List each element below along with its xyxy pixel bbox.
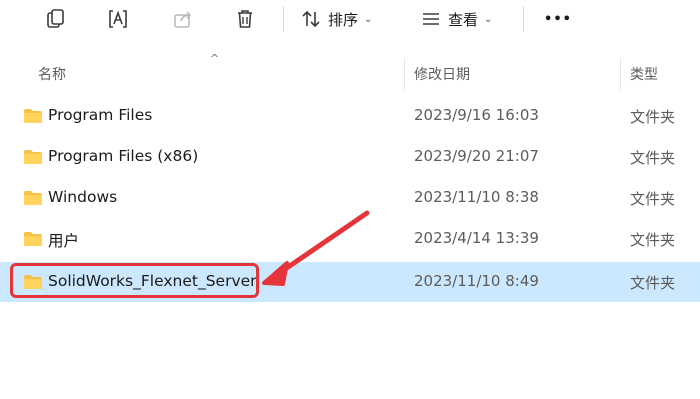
delete-button[interactable]	[230, 4, 260, 34]
column-divider[interactable]	[404, 58, 405, 90]
folder-icon	[24, 109, 42, 123]
more-options-button[interactable]: •••	[543, 4, 573, 34]
sort-label: 排序	[328, 10, 359, 29]
column-divider[interactable]	[620, 58, 621, 90]
file-name: Windows	[48, 188, 118, 206]
annotation-highlight-box	[10, 263, 259, 298]
copy-icon	[47, 9, 64, 28]
view-label: 查看	[448, 10, 479, 29]
file-type: 文件夹	[630, 274, 676, 292]
toolbar-divider	[283, 6, 284, 32]
list-item[interactable]: Program Files (x86) 2023/9/20 21:07 文件夹	[0, 137, 700, 177]
copy-button[interactable]	[40, 4, 70, 34]
sort-ascending-icon: ^	[210, 52, 220, 65]
trash-icon	[238, 10, 252, 28]
file-type: 文件夹	[630, 190, 676, 208]
sort-icon	[302, 10, 320, 28]
modified-date: 2023/4/14 13:39	[414, 229, 539, 247]
file-name: 用户	[48, 232, 80, 250]
list-item[interactable]: 用户 2023/4/14 13:39 文件夹	[0, 219, 700, 259]
folder-icon	[24, 150, 42, 164]
column-header: ^ 名称 修改日期 类型	[0, 52, 700, 90]
chevron-down-icon: ⌄	[484, 13, 493, 25]
view-button[interactable]: 查看 ⌄	[420, 4, 492, 34]
modified-date: 2023/9/16 16:03	[414, 106, 539, 124]
more-icon: •••	[544, 11, 572, 27]
modified-date: 2023/11/10 8:38	[414, 188, 539, 206]
file-name: Program Files	[48, 106, 153, 124]
folder-icon	[24, 232, 42, 246]
toolbar-divider	[523, 6, 524, 32]
column-header-type[interactable]: 类型	[630, 64, 658, 84]
file-type: 文件夹	[630, 108, 676, 126]
modified-date: 2023/9/20 21:07	[414, 147, 539, 165]
folder-icon	[24, 191, 42, 205]
file-type: 文件夹	[630, 149, 676, 167]
command-bar: 排序 ⌄ 查看 ⌄ •••	[0, 0, 700, 40]
file-name: Program Files (x86)	[48, 147, 199, 165]
list-item[interactable]: Windows 2023/11/10 8:38 文件夹	[0, 178, 700, 218]
list-item[interactable]: Program Files 2023/9/16 16:03 文件夹	[0, 96, 700, 136]
view-icon	[423, 13, 439, 25]
column-header-name[interactable]: 名称	[38, 64, 66, 84]
column-header-date[interactable]: 修改日期	[414, 64, 470, 84]
file-type: 文件夹	[630, 231, 676, 249]
chevron-down-icon: ⌄	[364, 13, 373, 25]
modified-date: 2023/11/10 8:49	[414, 272, 539, 290]
rename-button[interactable]	[103, 4, 133, 34]
rename-icon	[109, 10, 127, 28]
share-icon	[174, 11, 192, 28]
share-button[interactable]	[168, 4, 198, 34]
sort-button[interactable]: 排序 ⌄	[300, 4, 372, 34]
